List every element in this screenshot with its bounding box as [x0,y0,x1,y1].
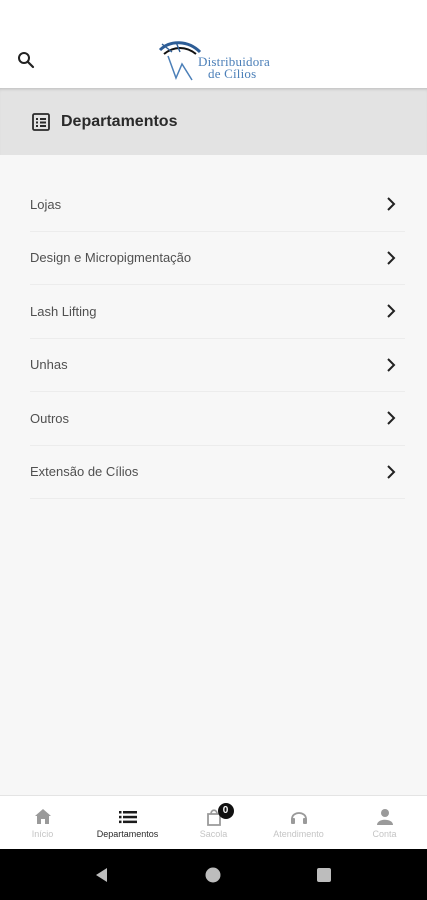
logo-text-line2: de Cílios [208,66,257,81]
list-item-outros[interactable]: Outros [30,392,405,446]
chevron-right-icon [387,197,396,211]
nav-label: Conta [372,829,397,839]
list-item-lojas[interactable]: Lojas [30,178,405,232]
list-item-unhas[interactable]: Unhas [30,339,405,392]
list-item-extensao-de-cilios[interactable]: Extensão de Cílios [30,446,405,499]
app-header: Distribuidora de Cílios [0,0,427,88]
page-title: Departamentos [61,113,178,130]
search-button[interactable] [14,48,38,72]
list-item-lash-lifting[interactable]: Lash Lifting [30,285,405,339]
home-circle-icon [205,867,221,883]
nav-label: Início [31,829,54,839]
list-item-label: Design e Micropigmentação [30,250,192,266]
system-nav-bar [0,849,427,900]
chevron-right-icon [387,251,396,265]
recents-icon [317,868,331,882]
list-item-design[interactable]: Design e Micropigmentação [30,232,405,285]
nav-sacola[interactable]: 0 Sacola [171,796,256,850]
list-item-label: Unhas [30,357,68,373]
list-item-label: Outros [30,410,70,426]
departments-heading-bar: Departamentos [0,88,427,155]
nav-conta[interactable]: Conta [342,796,427,850]
nav-label: Sacola [199,829,228,839]
system-back-button[interactable] [93,866,111,884]
user-icon [376,809,393,825]
list-box-icon [32,113,50,131]
cart-count-badge: 0 [217,803,234,819]
chevron-right-icon [387,465,396,479]
brand-logo[interactable]: Distribuidora de Cílios [154,38,278,84]
list-item-label: Lash Lifting [30,303,97,319]
nav-inicio[interactable]: Início [0,796,85,850]
nav-departamentos[interactable]: Departamentos [85,796,170,850]
bottom-nav: Início Departamentos 0 Sacola Atendiment… [0,795,427,849]
search-icon [18,52,35,69]
nav-label: Departamentos [96,829,159,839]
headset-icon [290,812,307,824]
chevron-right-icon [387,411,396,425]
chevron-right-icon [387,358,396,372]
list-item-label: Lojas [30,196,62,212]
back-icon [96,868,107,882]
departments-list: Lojas Design e Micropigmentação Lash Lif… [30,178,405,499]
chevron-right-icon [387,304,396,318]
home-icon [34,809,51,824]
system-home-button[interactable] [204,866,222,884]
list-item-label: Extensão de Cílios [30,464,139,480]
system-recents-button[interactable] [315,866,333,884]
nav-label: Atendimento [273,829,324,839]
list-icon [118,811,137,824]
nav-atendimento[interactable]: Atendimento [256,796,341,850]
